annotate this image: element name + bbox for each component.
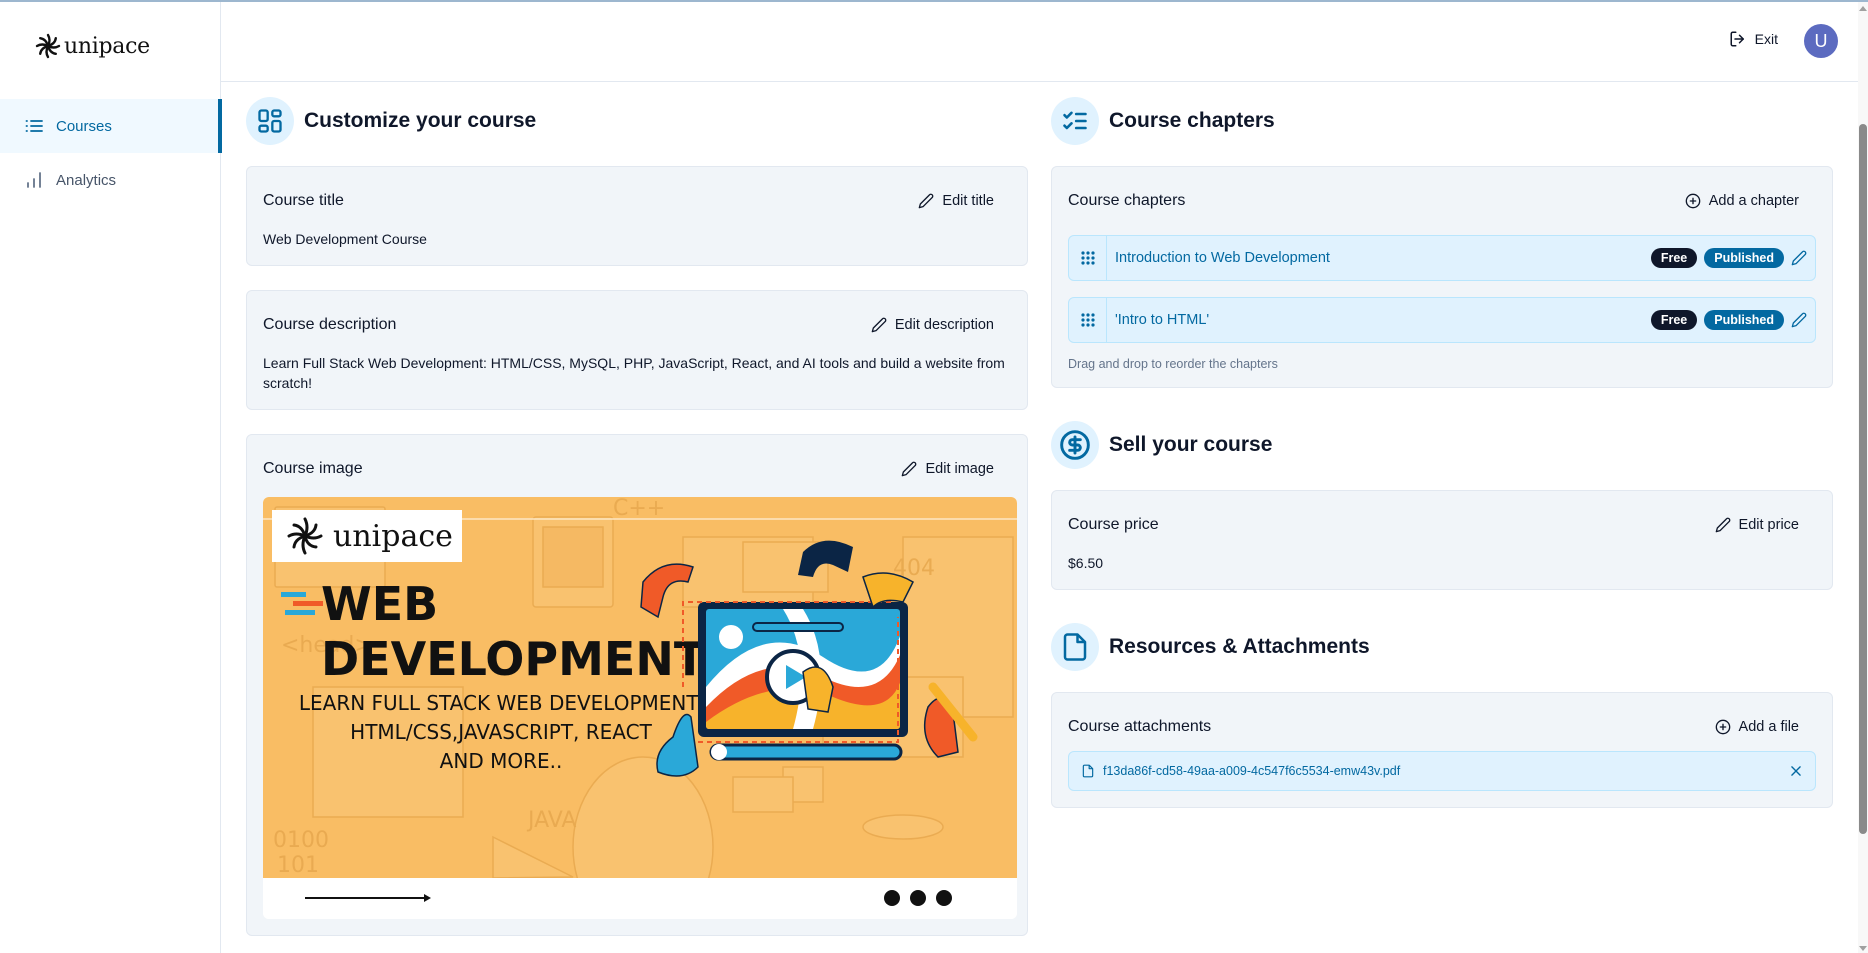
section-title: Resources & Attachments (1109, 635, 1370, 658)
customize-header: Customize your course (246, 82, 1028, 156)
card-label: Course image (263, 460, 363, 477)
edit-price-button[interactable]: Edit price (1698, 517, 1816, 533)
course-attachments-card: Course attachments Add a file f13da86f-c… (1051, 692, 1833, 808)
scrollbar-thumb[interactable] (1859, 124, 1867, 834)
list-icon (24, 116, 44, 136)
course-price-value: $6.50 (1068, 555, 1104, 571)
dot-1 (884, 890, 900, 906)
edit-image-button[interactable]: Edit image (884, 461, 1011, 477)
image-subtitle-1: LEARN FULL STACK WEB DEVELOPMENT: (299, 691, 703, 715)
add-file-button[interactable]: Add a file (1698, 719, 1816, 735)
page-scrollbar[interactable] (1858, 2, 1868, 953)
attachment-item[interactable]: f13da86f-cd58-49aa-a009-4c547f6c5534-emw… (1068, 751, 1816, 791)
pencil-icon (1715, 517, 1730, 533)
sidebar-item-courses[interactable]: Courses (0, 99, 222, 153)
course-image-banner: C++ 404 JAVA 0100 101 <head> unipace WEB… (263, 497, 1017, 878)
close-icon (1791, 766, 1801, 776)
dot-2 (910, 890, 926, 906)
pencil-icon (1791, 312, 1807, 328)
add-chapter-button[interactable]: Add a chapter (1668, 193, 1816, 209)
resources-header: Resources & Attachments (1051, 608, 1833, 682)
dollar-circle-icon (1051, 421, 1099, 469)
logo-text: unipace (64, 33, 150, 59)
plus-circle-icon (1685, 193, 1701, 209)
sell-header: Sell your course (1051, 406, 1833, 480)
plus-circle-icon (1715, 719, 1730, 735)
course-chapters-card: Course chapters Add a chapter Introducti… (1051, 166, 1833, 388)
remove-attachment-button[interactable] (1789, 764, 1803, 778)
scroll-down-arrow-icon[interactable] (1859, 946, 1867, 951)
course-image: C++ 404 JAVA 0100 101 <head> unipace WEB… (263, 497, 1017, 919)
grip-icon[interactable] (1069, 298, 1107, 342)
unipace-logo-icon (35, 33, 61, 59)
card-label: Course description (263, 316, 397, 333)
section-title: Customize your course (304, 109, 537, 132)
chapter-title: Introduction to Web Development (1115, 250, 1330, 266)
sidebar-item-label: Courses (56, 117, 112, 135)
bg-label-binary-1: 0100 (273, 828, 329, 853)
course-title-card: Course title Edit title Web Development … (246, 166, 1028, 266)
sidebar-item-analytics[interactable]: Analytics (0, 153, 221, 207)
edit-title-button[interactable]: Edit title (901, 193, 1011, 209)
list-checks-icon (1051, 97, 1099, 145)
top-header: Exit U (221, 2, 1858, 82)
sidebar: unipace Courses Analytics (0, 2, 222, 953)
course-title-value: Web Development Course (263, 231, 427, 247)
image-brand-text: unipace (333, 519, 453, 554)
grip-icon[interactable] (1069, 236, 1107, 280)
bg-label-binary-2: 101 (277, 853, 319, 878)
log-out-icon (1730, 31, 1744, 47)
section-title: Course chapters (1109, 109, 1275, 132)
course-image-footer (263, 878, 1017, 919)
course-image-card: Course image Edit image C++ 404 JAVA 010… (246, 434, 1028, 936)
pencil-icon (871, 317, 887, 333)
image-subtitle-2: HTML/CSS,JAVASCRIPT, REACT (350, 720, 652, 744)
free-badge: Free (1650, 310, 1698, 330)
course-price-card: Course price Edit price $6.50 (1051, 490, 1833, 590)
card-label: Course price (1068, 516, 1159, 533)
course-description-value: Learn Full Stack Web Development: HTML/C… (263, 355, 1005, 391)
free-badge: Free (1650, 248, 1698, 268)
file-icon (1051, 623, 1099, 671)
image-headline-1: WEB (321, 577, 438, 631)
arrow-head (424, 894, 431, 902)
edit-chapter-button[interactable] (1791, 250, 1807, 266)
exit-button[interactable]: Exit (1729, 30, 1778, 48)
chapter-item[interactable]: 'Intro to HTML' Free Published (1068, 297, 1816, 343)
pencil-icon (902, 461, 917, 477)
image-headline-2: DEVELOPMENT (321, 632, 706, 686)
customize-section: Customize your course Course title Edit … (246, 82, 1028, 936)
sidebar-item-label: Analytics (56, 171, 117, 189)
section-title: Sell your course (1109, 433, 1273, 456)
pencil-icon (1791, 250, 1807, 266)
card-label: Course chapters (1068, 192, 1186, 209)
right-column: Course chapters Course chapters Add a ch… (1051, 82, 1833, 808)
file-icon (1082, 764, 1094, 778)
user-avatar[interactable]: U (1804, 24, 1838, 58)
logo[interactable]: unipace (34, 32, 150, 60)
chapter-title: 'Intro to HTML' (1115, 312, 1210, 328)
app-root: unipace Courses Analytics Exit U Customi… (0, 0, 1868, 953)
published-badge: Published (1704, 310, 1784, 330)
course-description-card: Course description Edit description Lear… (246, 290, 1028, 410)
pencil-icon (919, 193, 934, 209)
exit-label: Exit (1754, 31, 1778, 47)
dot-3 (936, 890, 952, 906)
attachment-name: f13da86f-cd58-49aa-a009-4c547f6c5534-emw… (1103, 764, 1401, 778)
reorder-hint: Drag and drop to reorder the chapters (1068, 357, 1278, 371)
edit-description-button[interactable]: Edit description (854, 317, 1011, 333)
published-badge: Published (1704, 248, 1784, 268)
card-label: Course title (263, 192, 344, 209)
chapter-item[interactable]: Introduction to Web Development Free Pub… (1068, 235, 1816, 281)
card-label: Course attachments (1068, 718, 1212, 735)
bg-label-cpp: C++ (613, 497, 665, 521)
sidebar-nav: Courses Analytics (0, 99, 222, 207)
layout-dashboard-icon (246, 97, 294, 145)
edit-chapter-button[interactable] (1791, 312, 1807, 328)
chapters-header: Course chapters (1051, 82, 1833, 156)
bar-chart-icon (24, 170, 44, 190)
image-subtitle-3: AND MORE.. (440, 749, 563, 773)
bg-label-java: JAVA (526, 808, 576, 833)
scroll-up-arrow-icon[interactable] (1859, 6, 1867, 11)
